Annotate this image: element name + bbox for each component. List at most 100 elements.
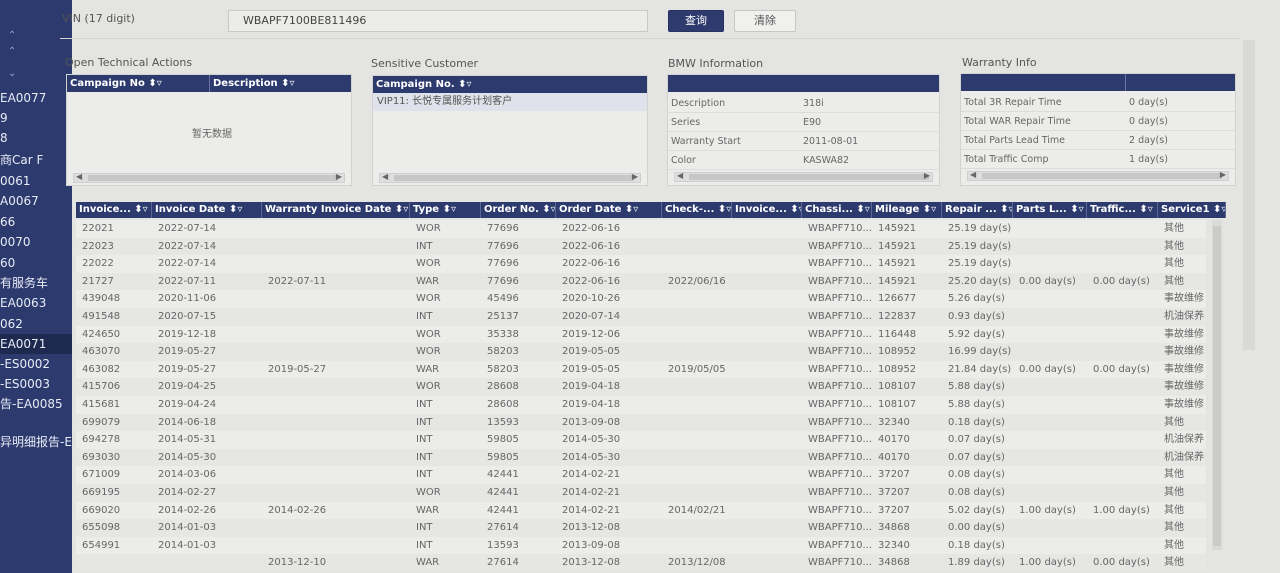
scroll-left-icon[interactable]: ◀ <box>970 170 976 179</box>
table-cell: 122837 <box>878 311 917 322</box>
scroll-right-icon[interactable]: ▶ <box>336 172 342 181</box>
table-row[interactable]: 669020 2014-02-26 2014-02-26 WAR 42441 2014-0… <box>76 501 1206 520</box>
table-row[interactable]: 415706 2019-04-25 WOR 28608 2019-04-18 WBAPF7… <box>76 378 1206 397</box>
column-header[interactable]: Warranty Invoice Date ⬍▿ <box>262 202 410 218</box>
sidebar-item[interactable]: 9 <box>0 108 72 128</box>
sidebar-item[interactable]: EA0071 <box>0 334 72 354</box>
table-row[interactable]: 22022 2022-07-14 WOR 77696 2022-06-16 WBAPF71… <box>76 255 1206 274</box>
sidebar-item[interactable]: 0061 <box>0 171 72 191</box>
table-cell: 25137 <box>487 311 519 322</box>
sidebar-item[interactable]: EA0063 <box>0 293 72 313</box>
sidebar-nav: ⌃ ⌃ ⌄ EA0077 9 8 商Car F 0061 A0067 66 0070 60 有服务… <box>0 0 72 573</box>
open-tech-panel: Campaign No ⬍▿ Description ⬍▿ 暂无数据 ◀ ▶ <box>66 74 352 186</box>
sidebar-item[interactable]: 异明细报告-E <box>0 432 72 452</box>
query-button[interactable]: 查询 <box>668 10 724 32</box>
scroll-left-icon[interactable]: ◀ <box>382 172 388 181</box>
table-row[interactable]: 2013-12-10 WAR 27614 2013-12-08 2013/12/08 WB… <box>76 554 1206 573</box>
table-cell: 2022-06-16 <box>562 258 621 270</box>
table-cell <box>1013 238 1087 256</box>
sidebar-item[interactable]: -ES0003 <box>0 374 72 394</box>
table-row[interactable]: 693030 2014-05-30 INT 59805 2014-05-30 WBAPF7… <box>76 448 1206 467</box>
table-cell: 25.19 day(s) <box>948 258 1012 270</box>
chevron-down-icon[interactable]: ⌄ <box>8 68 16 79</box>
table-cell: WBAPF710... <box>808 346 872 358</box>
h-scrollbar[interactable]: ◀ ▶ <box>967 170 1229 181</box>
table-cell <box>262 396 410 414</box>
clear-button[interactable]: 清除 <box>734 10 796 32</box>
bmw-info-title: BMW Information <box>668 57 764 70</box>
table-cell: 2022-07-14 <box>158 240 217 252</box>
table-cell: INT <box>416 311 433 322</box>
col-campaign-no[interactable]: Campaign No ⬍▿ <box>70 75 162 92</box>
sidebar-item[interactable]: EA0077 <box>0 88 72 108</box>
column-header[interactable]: Order No. ⬍▿ <box>481 202 556 218</box>
table-row[interactable]: 694278 2014-05-31 INT 59805 2014-05-30 WBAPF7… <box>76 431 1206 450</box>
table-row[interactable]: 424650 2019-12-18 WOR 35338 2019-12-06 WBAPF7… <box>76 325 1206 344</box>
column-header[interactable]: Chassi... ⬍▿ <box>802 202 872 218</box>
scroll-left-icon[interactable]: ◀ <box>677 171 683 180</box>
table-row[interactable]: 21727 2022-07-11 2022-07-11 WAR 77696 2022-06… <box>76 272 1206 291</box>
column-header[interactable]: Check-... ⬍▿ <box>662 202 732 218</box>
table-cell: 0.00 day(s) <box>1093 363 1150 375</box>
table-cell: 0.00 day(s) <box>1093 557 1150 569</box>
sidebar-item[interactable]: A0067 <box>0 191 72 211</box>
sidebar-item[interactable]: 0070 <box>0 232 72 252</box>
column-header[interactable]: Service1 ⬍▿ <box>1158 202 1226 218</box>
column-header[interactable]: Invoice... ⬍▿ <box>732 202 802 218</box>
h-scrollbar[interactable]: ◀ ▶ <box>674 171 933 182</box>
table-cell: 108107 <box>878 381 917 393</box>
sidebar-item[interactable]: 062 <box>0 314 72 334</box>
table-row[interactable]: 415681 2019-04-24 INT 28608 2019-04-18 WBAPF7… <box>76 396 1206 414</box>
table-cell: 463082 <box>82 363 121 375</box>
column-header[interactable]: Type ⬍▿ <box>410 202 481 218</box>
sidebar-item[interactable]: 8 <box>0 128 72 148</box>
h-scrollbar[interactable]: ◀ ▶ <box>379 172 641 183</box>
page-scrollbar[interactable] <box>1243 40 1255 350</box>
table-cell <box>1087 220 1158 238</box>
table-row[interactable]: 22021 2022-07-14 WOR 77696 2022-06-16 WBAPF71… <box>76 220 1206 238</box>
table-row[interactable]: 491548 2020-07-15 INT 25137 2020-07-14 WBAPF7… <box>76 308 1206 326</box>
sidebar-item[interactable]: 告-EA0085 <box>0 394 72 414</box>
chevron-up-icon[interactable]: ⌃ <box>8 30 16 41</box>
sidebar-item[interactable]: 有服务车 <box>0 273 72 293</box>
sidebar-item[interactable]: 66 <box>0 212 72 232</box>
table-row[interactable]: 22023 2022-07-14 INT 77696 2022-06-16 WBAPF71… <box>76 237 1206 256</box>
column-header[interactable]: Order Date ⬍▿ <box>556 202 662 218</box>
col-campaign-no[interactable]: Campaign No. ⬍▿ <box>376 76 472 93</box>
table-row[interactable]: 463070 2019-05-27 WOR 58203 2019-05-05 WBAPF7… <box>76 343 1206 362</box>
sidebar-item[interactable]: 商Car F <box>0 150 72 170</box>
table-cell <box>732 449 802 467</box>
table-cell <box>1013 466 1087 484</box>
table-cell <box>732 537 802 555</box>
h-scrollbar[interactable]: ◀ ▶ <box>73 172 345 183</box>
list-item[interactable]: VIP11: 长悦专属服务计划客户 <box>373 93 647 111</box>
scroll-right-icon[interactable]: ▶ <box>1220 170 1226 179</box>
column-header[interactable]: Invoice... ⬍▿ <box>76 202 152 218</box>
column-header[interactable]: Mileage ⬍▿ <box>872 202 942 218</box>
table-row[interactable]: 669195 2014-02-27 WOR 42441 2014-02-21 WBAPF7… <box>76 484 1206 502</box>
table-cell: WBAPF710... <box>808 539 872 551</box>
table-row[interactable]: 463082 2019-05-27 2019-05-27 WAR 58203 2019-0… <box>76 360 1206 379</box>
column-header[interactable]: Invoice Date ⬍▿ <box>152 202 262 218</box>
chevron-up-icon[interactable]: ⌃ <box>8 46 16 57</box>
scroll-left-icon[interactable]: ◀ <box>76 172 82 181</box>
table-row[interactable]: 699079 2014-06-18 INT 13593 2013-09-08 WBAPF7… <box>76 413 1206 432</box>
table-row[interactable]: 654991 2014-01-03 INT 13593 2013-09-08 WBAPF7… <box>76 536 1206 555</box>
table-cell: 37207 <box>878 504 910 516</box>
table-row[interactable]: 671009 2014-03-06 INT 42441 2014-02-21 WBAPF7… <box>76 466 1206 485</box>
column-header[interactable]: Parts L... ⬍▿ <box>1013 202 1087 218</box>
sidebar-item[interactable]: 60 <box>0 253 72 273</box>
table-row[interactable]: 439048 2020-11-06 WOR 45496 2020-10-26 WBAPF7… <box>76 290 1206 309</box>
scroll-right-icon[interactable]: ▶ <box>924 171 930 180</box>
scroll-right-icon[interactable]: ▶ <box>632 172 638 181</box>
sidebar-item[interactable]: -ES0002 <box>0 354 72 374</box>
table-cell <box>1013 519 1087 537</box>
vin-input[interactable]: WBAPF7100BE811496 <box>228 10 648 32</box>
table-row[interactable]: 655098 2014-01-03 INT 27614 2013-12-08 WBAPF7… <box>76 519 1206 538</box>
table-cell: 671009 <box>82 469 121 481</box>
column-header[interactable]: Repair ... ⬍▿ <box>942 202 1013 218</box>
bmw-info-header <box>668 75 939 92</box>
column-header[interactable]: Traffic... ⬍▿ <box>1087 202 1158 218</box>
v-scrollbar[interactable] <box>1212 220 1222 550</box>
col-description[interactable]: Description ⬍▿ <box>213 75 295 92</box>
